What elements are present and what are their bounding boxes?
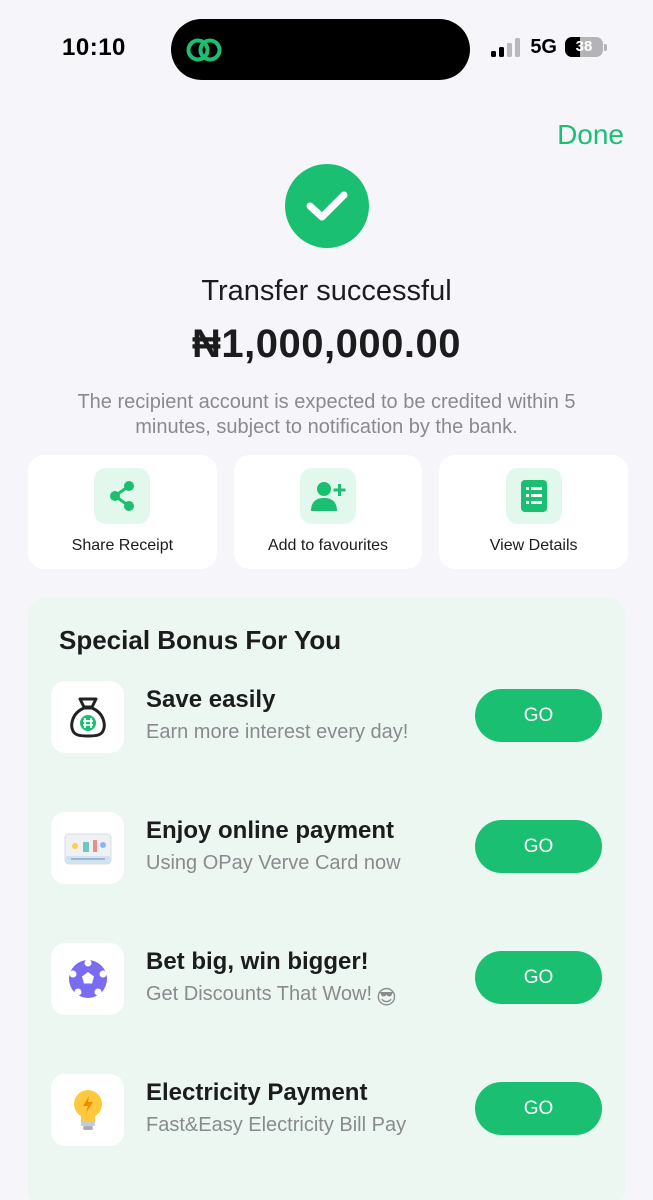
action-row: Share Receipt Add to favourites View Det… <box>28 455 629 569</box>
add-to-favourites-button[interactable]: Add to favourites <box>233 455 423 569</box>
bonus-item-name: Bet big, win bigger! <box>146 948 369 975</box>
dynamic-island <box>171 19 470 80</box>
document-icon <box>505 468 562 524</box>
share-receipt-label: Share Receipt <box>71 537 174 554</box>
view-details-label: View Details <box>489 537 578 554</box>
transfer-success-screen: 10:10 5G 38 Done Transfer successful ₦1,… <box>0 0 653 1200</box>
soccer-ball-icon <box>51 943 124 1015</box>
money-bag-icon <box>51 681 124 753</box>
go-button-electricity[interactable]: GO <box>475 1082 602 1135</box>
sunglasses-emoji-icon: 😎 <box>376 987 397 1009</box>
credit-notice: The recipient account is expected to be … <box>77 391 576 438</box>
bonus-item-name: Save easily <box>146 686 276 713</box>
bonus-item-name: Enjoy online payment <box>146 817 395 844</box>
bonus-item-desc: Using OPay Verve Card now <box>146 852 401 874</box>
bonus-item-save: Save easily Earn more interest every day… <box>28 681 625 761</box>
go-button-bet[interactable]: GO <box>475 951 602 1004</box>
add-user-icon <box>300 468 356 524</box>
add-to-favourites-label: Add to favourites <box>267 537 389 554</box>
status-time: 10:10 <box>62 34 126 61</box>
link-app-icon <box>186 38 222 62</box>
battery-icon: 38 <box>565 37 603 57</box>
success-check-icon <box>285 164 369 248</box>
bonus-item-bet: Bet big, win bigger! Get Discounts That … <box>28 943 625 1023</box>
bonus-item-name: Electricity Payment <box>146 1079 368 1106</box>
go-button-online-payment[interactable]: GO <box>475 820 602 873</box>
battery-level: 38 <box>575 38 593 55</box>
lightbulb-icon <box>51 1074 124 1146</box>
status-indicators: 5G 38 <box>491 36 607 58</box>
network-type: 5G <box>530 35 557 58</box>
view-details-button[interactable]: View Details <box>439 455 629 569</box>
transfer-amount: ₦1,000,000.00 <box>192 322 461 366</box>
share-receipt-button[interactable]: Share Receipt <box>28 455 217 569</box>
card-icon <box>51 812 124 884</box>
bonus-item-desc: Fast&Easy Electricity Bill Pay <box>146 1114 407 1136</box>
bonus-item-desc: Earn more interest every day! <box>146 721 409 743</box>
bonus-item-desc-text: Get Discounts That Wow! <box>146 983 373 1005</box>
signal-icon <box>491 37 521 57</box>
bonus-title: Special Bonus For You <box>59 625 342 655</box>
bonus-item-desc: Get Discounts That Wow! 😎 <box>146 983 397 1010</box>
result-title: Transfer successful <box>201 275 452 307</box>
bonus-item-electricity: Electricity Payment Fast&Easy Electricit… <box>28 1074 625 1154</box>
done-button[interactable]: Done <box>557 119 624 151</box>
share-icon <box>94 468 151 524</box>
bonus-item-online-payment: Enjoy online payment Using OPay Verve Ca… <box>28 812 625 892</box>
go-button-save[interactable]: GO <box>475 689 602 742</box>
special-bonus-panel: Special Bonus For You Save easily Earn m… <box>28 597 625 1200</box>
